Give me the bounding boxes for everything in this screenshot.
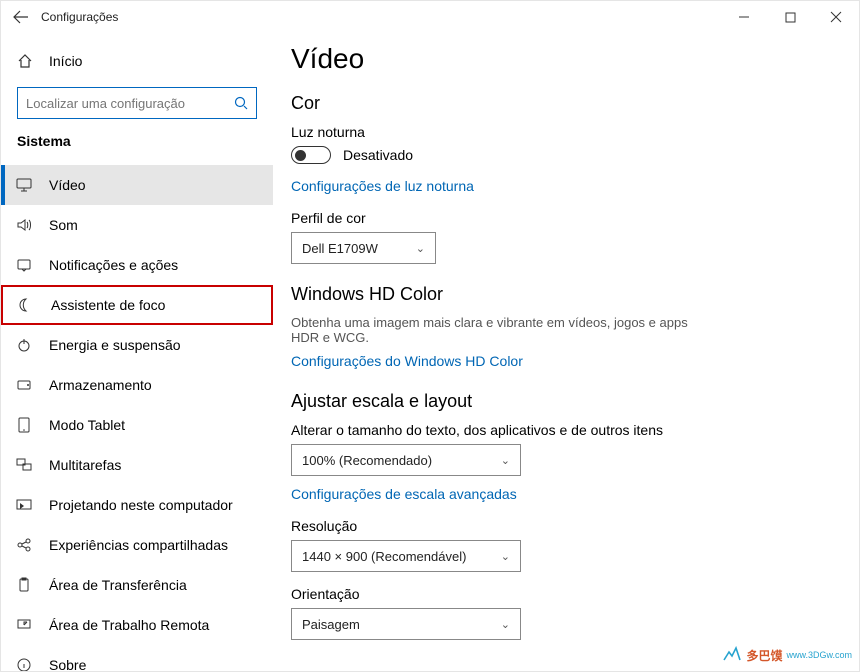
nightlight-settings-link[interactable]: Configurações de luz noturna [291, 178, 474, 194]
project-icon [15, 497, 33, 513]
sidebar-item-clipboard[interactable]: Área de Transferência [1, 565, 273, 605]
share-icon [15, 537, 33, 553]
scale-advanced-link[interactable]: Configurações de escala avançadas [291, 486, 517, 502]
window-title: Configurações [41, 10, 118, 24]
sidebar-item-label: Experiências compartilhadas [49, 537, 228, 553]
minimize-icon [738, 11, 750, 23]
orientation-value: Paisagem [302, 617, 360, 632]
sidebar-item-label: Modo Tablet [49, 417, 125, 433]
sidebar-item-power[interactable]: Energia e suspensão [1, 325, 273, 365]
colorprofile-value: Dell E1709W [302, 241, 378, 256]
resolution-label: Resolução [291, 518, 831, 534]
sidebar-item-display[interactable]: Vídeo [1, 165, 273, 205]
sidebar-item-notifications[interactable]: Notificações e ações [1, 245, 273, 285]
home-icon [17, 53, 33, 69]
sidebar-item-storage[interactable]: Armazenamento [1, 365, 273, 405]
scale-label: Alterar o tamanho do texto, dos aplicati… [291, 422, 831, 438]
maximize-button[interactable] [767, 1, 813, 33]
chevron-down-icon: ⌄ [501, 454, 510, 467]
sidebar-item-remote[interactable]: Área de Trabalho Remota [1, 605, 273, 645]
page-title: Vídeo [291, 43, 831, 75]
search-input[interactable] [26, 96, 234, 111]
sidebar-item-about[interactable]: Sobre [1, 645, 273, 671]
colorprofile-select[interactable]: Dell E1709W ⌄ [291, 232, 436, 264]
titlebar: Configurações [1, 1, 859, 33]
resolution-select[interactable]: 1440 × 900 (Recomendável) ⌄ [291, 540, 521, 572]
sidebar-item-label: Notificações e ações [49, 257, 178, 273]
remote-icon [15, 617, 33, 633]
nav-list: Vídeo Som Notificações e ações Assistente d… [1, 165, 273, 671]
power-icon [15, 337, 33, 353]
resolution-value: 1440 × 900 (Recomendável) [302, 549, 466, 564]
storage-icon [15, 377, 33, 393]
tablet-icon [15, 417, 33, 433]
hdcolor-heading: Windows HD Color [291, 284, 831, 305]
color-heading: Cor [291, 93, 831, 114]
focus-icon [17, 297, 35, 313]
sidebar-item-label: Área de Trabalho Remota [49, 617, 209, 633]
sidebar-item-label: Multitarefas [49, 457, 121, 473]
chevron-down-icon: ⌄ [416, 242, 425, 255]
search-input-wrapper[interactable] [17, 87, 257, 119]
arrow-left-icon [13, 9, 29, 25]
hdcolor-link[interactable]: Configurações do Windows HD Color [291, 353, 523, 369]
chevron-down-icon: ⌄ [501, 550, 510, 563]
display-icon [15, 177, 33, 193]
sidebar-item-project[interactable]: Projetando neste computador [1, 485, 273, 525]
hdcolor-desc: Obtenha uma imagem mais clara e vibrante… [291, 315, 691, 345]
minimize-button[interactable] [721, 1, 767, 33]
chevron-down-icon: ⌄ [501, 618, 510, 631]
sidebar-item-share[interactable]: Experiências compartilhadas [1, 525, 273, 565]
scale-value: 100% (Recomendado) [302, 453, 432, 468]
sidebar-item-label: Energia e suspensão [49, 337, 181, 353]
scale-select[interactable]: 100% (Recomendado) ⌄ [291, 444, 521, 476]
home-button[interactable]: Início [1, 41, 273, 81]
close-icon [830, 11, 842, 23]
close-button[interactable] [813, 1, 859, 33]
search-icon [234, 96, 248, 110]
sidebar-item-label: Vídeo [49, 177, 86, 193]
content-area: Vídeo Cor Luz noturna Desativado Configu… [273, 33, 859, 671]
back-button[interactable] [1, 1, 41, 33]
maximize-icon [785, 12, 796, 23]
orientation-label: Orientação [291, 586, 831, 602]
nightlight-toggle[interactable] [291, 146, 331, 164]
orientation-select[interactable]: Paisagem ⌄ [291, 608, 521, 640]
sidebar-item-label: Projetando neste computador [49, 497, 233, 513]
about-icon [15, 657, 33, 671]
sidebar-item-label: Som [49, 217, 78, 233]
sidebar-item-label: Assistente de foco [51, 297, 165, 313]
colorprofile-label: Perfil de cor [291, 210, 831, 226]
home-label: Início [49, 53, 82, 69]
sound-icon [15, 217, 33, 233]
sidebar: Início Sistema Vídeo Som Notificações e aç… [1, 33, 273, 671]
sidebar-item-multitask[interactable]: Multitarefas [1, 445, 273, 485]
multitask-icon [15, 457, 33, 473]
clipboard-icon [15, 577, 33, 593]
sidebar-item-label: Área de Transferência [49, 577, 187, 593]
scale-heading: Ajustar escala e layout [291, 391, 831, 412]
notifications-icon [15, 257, 33, 273]
sidebar-group-label: Sistema [1, 133, 273, 155]
sidebar-item-sound[interactable]: Som [1, 205, 273, 245]
sidebar-item-label: Armazenamento [49, 377, 152, 393]
sidebar-item-focus[interactable]: Assistente de foco [1, 285, 273, 325]
nightlight-label: Luz noturna [291, 124, 831, 140]
nightlight-state: Desativado [343, 147, 413, 163]
sidebar-item-tablet[interactable]: Modo Tablet [1, 405, 273, 445]
sidebar-item-label: Sobre [49, 657, 86, 671]
